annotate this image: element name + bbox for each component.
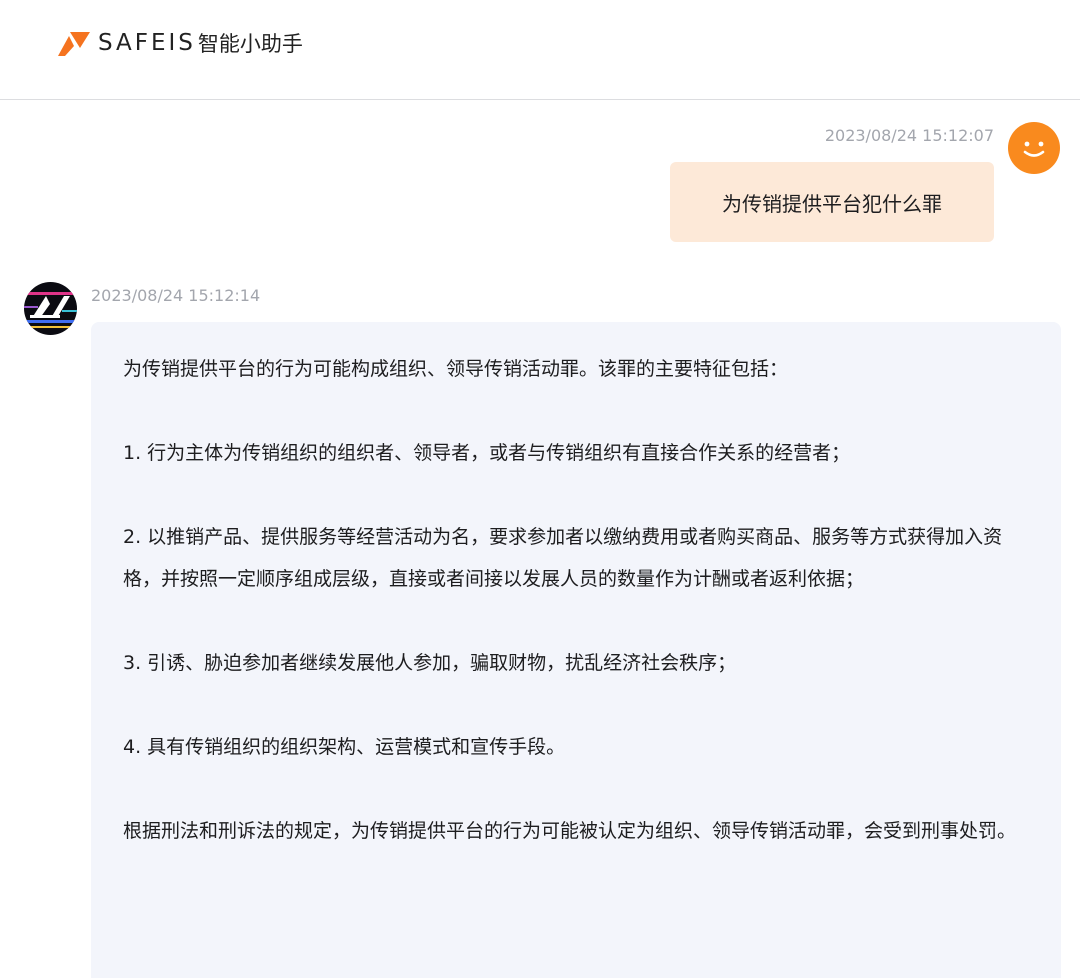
safeis-logo-icon — [58, 32, 90, 56]
bot-paragraph: 1. 行为主体为传销组织的组织者、领导者，或者与传销组织有直接合作关系的经营者； — [123, 442, 851, 464]
bot-paragraph: 4. 具有传销组织的组织架构、运营模式和宣传手段。 — [123, 736, 566, 758]
bot-paragraph: 3. 引诱、胁迫参加者继续发展他人参加，骗取财物，扰乱经济社会秩序； — [123, 652, 737, 674]
chat-page: SAFEIS 智能小助手 2023/08/24 15:12:07 为传销提供平台… — [0, 0, 1080, 978]
bot-paragraph: 根据刑法和刑诉法的规定，为传销提供平台的行为可能被认定为组织、领导传销活动罪，会… — [123, 820, 1017, 842]
bot-paragraph: 为传销提供平台的行为可能构成组织、领导传销活动罪。该罪的主要特征包括： — [123, 358, 789, 380]
user-message-bubble: 为传销提供平台犯什么罪 — [670, 162, 994, 242]
user-message: 2023/08/24 15:12:07 为传销提供平台犯什么罪 — [0, 118, 1080, 248]
bot-avatar[interactable] — [24, 282, 77, 335]
user-avatar[interactable] — [1008, 122, 1060, 174]
brand-name: SAFEIS — [98, 30, 196, 56]
logo[interactable]: SAFEIS 智能小助手 — [56, 28, 303, 58]
brand-subtitle: 智能小助手 — [197, 32, 303, 56]
bot-logo-icon — [24, 292, 77, 328]
bot-message-bubble: 为传销提供平台的行为可能构成组织、领导传销活动罪。该罪的主要特征包括： 1. 行… — [91, 322, 1061, 978]
bot-message-timestamp: 2023/08/24 15:12:14 — [91, 286, 261, 305]
smiley-face-icon — [1023, 141, 1045, 157]
bot-paragraph: 2. 以推销产品、提供服务等经营活动为名，要求参加者以缴纳费用或者购买商品、服务… — [123, 526, 1003, 590]
user-message-timestamp: 2023/08/24 15:12:07 — [824, 126, 994, 145]
header: SAFEIS 智能小助手 — [0, 0, 1080, 100]
